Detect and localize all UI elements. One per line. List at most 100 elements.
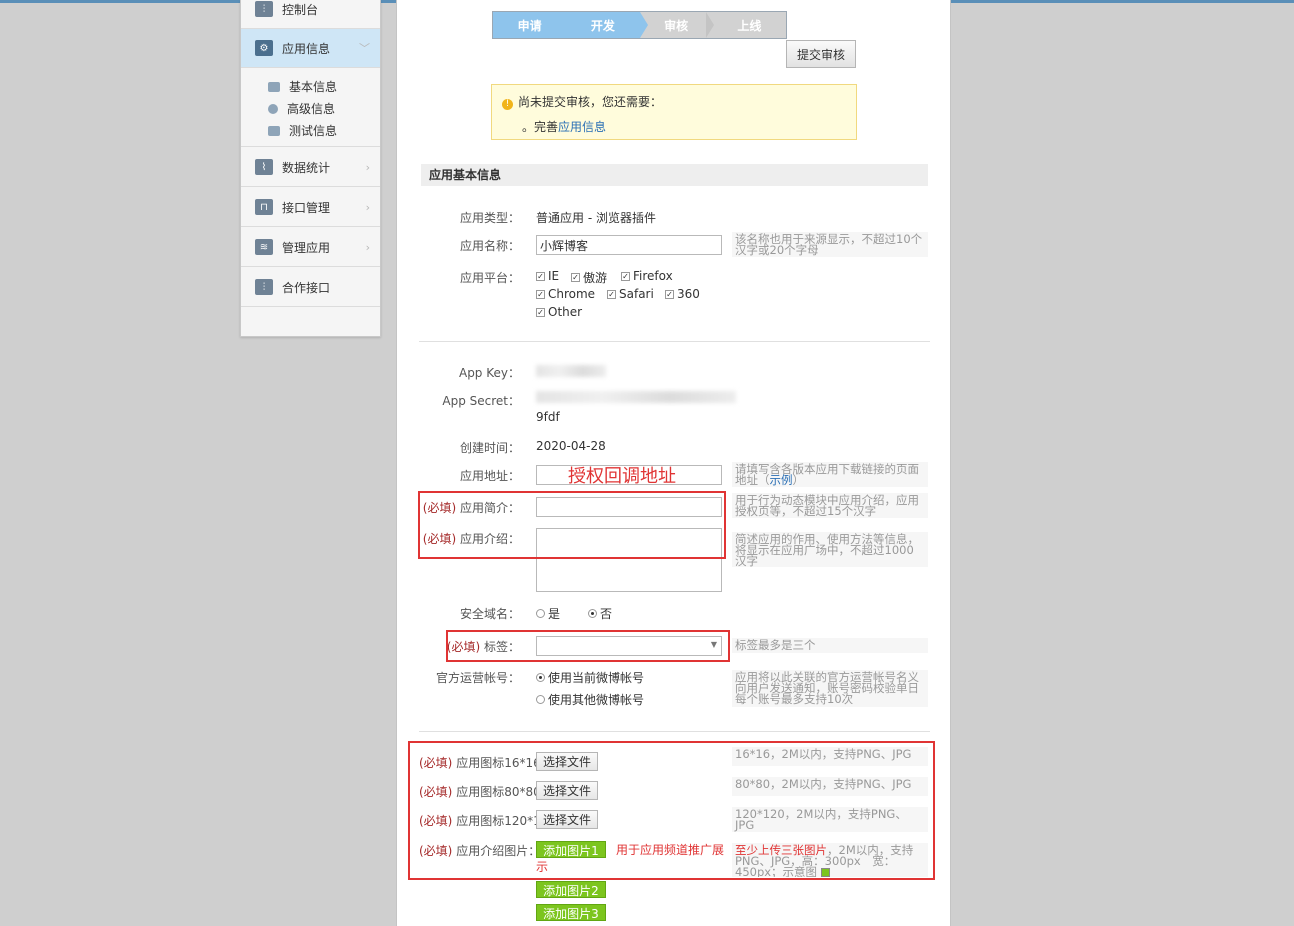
checkbox-label: Chrome [548, 287, 596, 301]
main-panel: 申请 开发 审核 上线 提交审核 ! 尚未提交审核，您还需要： 。完善应用信息 应… [396, 0, 951, 926]
sidebar-item-label: 合作接口 [282, 280, 331, 295]
chevron-down-icon: ﹀ [359, 42, 370, 55]
hint-text: ） [792, 473, 805, 487]
checkbox-label: Safari [619, 287, 654, 301]
divider [419, 341, 930, 342]
sidebar-item-app-info[interactable]: ⚙ 应用信息 ﹀ [241, 29, 380, 68]
app-url-hint: 请填写含各版本应用下载链接的页面地址（示例） [732, 462, 928, 487]
app-key-redacted [536, 365, 606, 377]
checkbox-label: Firefox [633, 269, 673, 283]
sidebar-item-partner-api[interactable]: ⫶ 合作接口 [241, 268, 380, 307]
official-other-radio[interactable]: 使用其他微博帐号 [536, 691, 644, 708]
app-type-value: 普通应用 - 浏览器插件 [536, 211, 656, 225]
annotation-box-brief-intro [418, 491, 726, 559]
app-name-input[interactable] [536, 235, 722, 255]
radio-selected-icon [588, 609, 597, 618]
check-icon: ✓ [536, 289, 545, 299]
platform-maxthon-checkbox[interactable]: ✓ 傲游 [571, 269, 607, 286]
brief-hint: 用于行为动态模块中应用介绍，应用授权页等，不超过15个汉字 [732, 493, 928, 518]
app-key-label: App Key： [458, 366, 520, 380]
sidebar-item-label: 接口管理 [282, 200, 331, 215]
secure-domain-label: 安全域名： [459, 607, 520, 621]
warning-icon: ! [502, 99, 513, 110]
platform-safari-checkbox[interactable]: ✓ Safari [607, 287, 654, 301]
platform-label: 应用平台： [459, 271, 520, 285]
platform-chrome-checkbox[interactable]: ✓ Chrome [536, 287, 595, 301]
checkbox-label: Other [548, 305, 583, 319]
intro-hint: 简述应用的作用、使用方法等信息，将显示在应用广场中，不超过1000汉字 [732, 532, 928, 567]
created-label: 创建时间： [459, 441, 520, 455]
info-icon [268, 103, 278, 114]
plug-icon: ⊓ [255, 199, 273, 215]
sidebar: ⫶ 控制台 ⚙ 应用信息 ﹀ 基本信息 高级信息 测试信息 ⌇ 数据统计 › ⊓… [240, 0, 381, 337]
radio-label: 使用当前微博帐号 [548, 671, 645, 685]
sidebar-item-label: 管理应用 [282, 240, 331, 255]
callback-url-annotation: 授权回调地址 [568, 466, 676, 487]
app-type-label: 应用类型： [459, 211, 520, 225]
step-develop: 开发 [566, 12, 648, 38]
sliders-icon: ⫶ [255, 279, 273, 295]
radio-label: 否 [600, 607, 613, 621]
sidebar-subitem-test[interactable]: 测试信息 [268, 122, 337, 139]
chevron-right-icon: › [365, 200, 370, 214]
check-icon: ✓ [607, 289, 616, 299]
divider [419, 731, 930, 732]
sidebar-item-console[interactable]: ⫶ 控制台 [241, 0, 380, 29]
checkbox-label: 傲游 [583, 271, 608, 285]
platform-other-checkbox[interactable]: ✓ Other [536, 305, 582, 319]
layers-icon: ≋ [255, 239, 273, 255]
add-image-2-button[interactable]: 添加图片2 [536, 881, 606, 898]
check-icon: ✓ [571, 273, 580, 282]
step-apply: 申请 [493, 12, 575, 38]
official-account-hint: 应用将以此关联的官方运营帐号名义向用户发送通知，账号密码校验单日每个账号最多支持… [732, 670, 928, 707]
check-icon: ✓ [536, 307, 545, 317]
radio-label: 使用其他微博帐号 [548, 693, 645, 707]
check-icon: ✓ [665, 289, 674, 299]
section-title: 应用基本信息 [421, 164, 928, 186]
secure-domain-yes-radio[interactable]: 是 [536, 605, 560, 622]
platform-firefox-checkbox[interactable]: ✓ Firefox [621, 269, 673, 283]
checkbox-label: IE [548, 269, 560, 283]
sidebar-item-manage-apps[interactable]: ≋ 管理应用 › [241, 228, 380, 267]
sidebar-submenu: 基本信息 高级信息 测试信息 [241, 69, 380, 147]
notice-link-app-info[interactable]: 应用信息 [558, 120, 606, 134]
notice-bullet: 。完善 [522, 120, 559, 134]
radio-selected-icon [536, 673, 545, 682]
step-review: 审核 [639, 12, 715, 38]
sidebar-subitem-label: 基本信息 [289, 80, 338, 94]
checkbox-label: 360 [677, 287, 700, 301]
sidebar-subitem-basic[interactable]: 基本信息 [268, 78, 337, 95]
sidebar-subitem-label: 测试信息 [289, 124, 338, 138]
sidebar-subitem-advanced[interactable]: 高级信息 [268, 100, 335, 117]
check-icon: ✓ [621, 271, 630, 281]
radio-icon [536, 609, 545, 618]
app-secret-label: App Secret： [442, 394, 520, 408]
created-value: 2020-04-28 [536, 439, 606, 453]
add-image-3-button[interactable]: 添加图片3 [536, 904, 606, 921]
test-icon [268, 125, 280, 136]
platform-ie-checkbox[interactable]: ✓ IE [536, 269, 559, 283]
official-current-radio[interactable]: 使用当前微博帐号 [536, 669, 644, 686]
tag-hint: 标签最多是三个 [732, 638, 928, 653]
annotation-box-images [408, 741, 935, 880]
notice-text: 尚未提交审核，您还需要： [518, 95, 663, 109]
step-online: 上线 [712, 12, 786, 38]
gear-icon: ⚙ [255, 40, 273, 56]
sidebar-item-label: 控制台 [282, 2, 319, 17]
submit-review-button[interactable]: 提交审核 [786, 40, 856, 68]
platform-360-checkbox[interactable]: ✓ 360 [665, 287, 700, 301]
radio-label: 是 [548, 607, 561, 621]
app-secret-redacted [536, 391, 736, 403]
hint-text: 请填写含各版本应用下载链接的页面地址（ [735, 462, 919, 487]
chevron-right-icon: › [365, 160, 370, 174]
sidebar-item-api[interactable]: ⊓ 接口管理 › [241, 188, 380, 227]
sidebar-subitem-label: 高级信息 [287, 102, 336, 116]
check-icon: ✓ [536, 271, 545, 281]
chart-icon: ⌇ [255, 159, 273, 175]
example-link[interactable]: 示例 [770, 473, 793, 487]
official-account-label: 官方运营帐号： [435, 671, 520, 685]
app-name-label: 应用名称： [459, 239, 520, 253]
sidebar-item-data-stats[interactable]: ⌇ 数据统计 › [241, 148, 380, 187]
secure-domain-no-radio[interactable]: 否 [588, 605, 612, 622]
app-name-hint: 该名称也用于来源显示，不超过10个汉字或20个字母 [732, 232, 928, 257]
